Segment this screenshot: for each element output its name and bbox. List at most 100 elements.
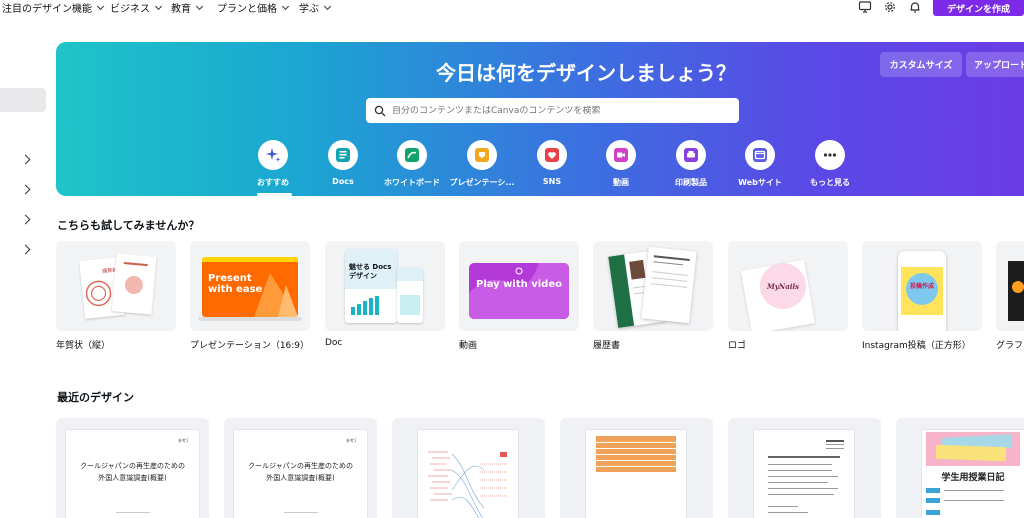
category-video[interactable]: 動画 bbox=[586, 140, 656, 188]
bell-icon[interactable] bbox=[908, 0, 922, 14]
category-more[interactable]: もっと見る bbox=[795, 140, 865, 188]
nav-education[interactable]: 教育 bbox=[171, 0, 204, 15]
recent-thumbnail: 参考1 クールジャパンの再生産のための 外国人意識調査(概要) bbox=[234, 430, 367, 518]
chevron-right-icon[interactable] bbox=[20, 244, 31, 255]
recent-design-card[interactable]: 参考1 クールジャパンの再生産のための 外国人意識調査(概要) bbox=[56, 418, 209, 518]
sidebar-selected-item[interactable] bbox=[0, 88, 46, 112]
recent-doc-title: クールジャパンの再生産のための bbox=[80, 462, 185, 470]
card-label: 年賀状（縦） bbox=[56, 341, 111, 351]
nav-business-label: ビジネス bbox=[110, 4, 150, 15]
recent-design-card[interactable] bbox=[392, 418, 545, 518]
search-input[interactable] bbox=[392, 105, 722, 116]
category-label: ホワイトボード bbox=[384, 178, 440, 187]
category-label: もっと見る bbox=[810, 178, 850, 187]
thumb-text: MyNails bbox=[766, 281, 799, 291]
card-label: プレゼンテーション（16:9） bbox=[190, 341, 310, 351]
design-type-card[interactable]: 謹賀新年 bbox=[56, 241, 176, 331]
recent-design-card[interactable]: 学生用授業日記 bbox=[896, 418, 1024, 518]
category-whiteboard[interactable]: ホワイトボード bbox=[377, 140, 447, 188]
card-thumbnail: Play with video bbox=[469, 263, 569, 319]
card-thumbnail bbox=[397, 267, 423, 323]
card-thumbnail: MyNails bbox=[760, 263, 806, 309]
chevron-down-icon bbox=[281, 2, 290, 10]
design-type-card[interactable]: Present with ease bbox=[190, 241, 310, 331]
gear-icon[interactable] bbox=[883, 0, 897, 14]
design-type-card[interactable] bbox=[996, 241, 1024, 331]
design-type-card[interactable]: Play with video bbox=[459, 241, 579, 331]
recent-thumbnail bbox=[754, 430, 854, 518]
nav-features-label: 注目のデザイン機能 bbox=[2, 4, 92, 15]
card-thumbnail bbox=[641, 246, 697, 324]
thumb-text: 魅せる Docs デザイン bbox=[349, 263, 392, 280]
nav-pricing[interactable]: プランと価格 bbox=[217, 0, 290, 15]
category-website[interactable]: Webサイト bbox=[725, 140, 795, 188]
website-icon bbox=[745, 140, 775, 170]
recent-doc-subtitle: 外国人意識調査(概要) bbox=[98, 474, 167, 482]
create-design-button[interactable]: デザインを作成 bbox=[933, 0, 1024, 16]
chevron-down-icon bbox=[195, 2, 204, 10]
presentation-icon bbox=[467, 140, 497, 170]
category-recommended[interactable]: おすすめ bbox=[238, 140, 308, 188]
sparkle-icon bbox=[258, 140, 288, 170]
recent-design-card[interactable]: 参考1 クールジャパンの再生産のための 外国人意識調査(概要) bbox=[224, 418, 377, 518]
chevron-right-icon[interactable] bbox=[20, 154, 31, 165]
recent-design-card[interactable] bbox=[728, 418, 881, 518]
hero-title: 今日は何をデザインしましょう？ bbox=[436, 61, 736, 85]
design-type-card[interactable]: 魅せる Docs デザイン bbox=[325, 241, 445, 331]
card-thumbnail: Present with ease bbox=[202, 257, 298, 317]
selected-category-indicator bbox=[257, 193, 292, 196]
recent-thumbnail bbox=[586, 430, 686, 518]
design-type-card[interactable]: 投稿作成 bbox=[862, 241, 982, 331]
category-print[interactable]: 印刷製品 bbox=[656, 140, 726, 188]
search-bar[interactable] bbox=[366, 98, 739, 123]
category-label: SNS bbox=[542, 177, 562, 186]
chevron-down-icon bbox=[96, 2, 105, 10]
card-label: Doc bbox=[325, 338, 343, 348]
more-icon bbox=[815, 140, 845, 170]
search-icon bbox=[374, 105, 386, 116]
thumb-text: Present with ease bbox=[208, 273, 263, 295]
card-thumbnail bbox=[1008, 261, 1024, 321]
recent-design-card[interactable] bbox=[560, 418, 713, 518]
nav-education-label: 教育 bbox=[171, 4, 191, 15]
chevron-down-icon bbox=[154, 2, 163, 10]
recent-doc-title: クールジャパンの再生産のための bbox=[248, 462, 353, 470]
card-thumbnail: 魅せる Docs デザイン bbox=[345, 249, 397, 323]
print-icon bbox=[676, 140, 706, 170]
upload-button[interactable]: アップロード bbox=[966, 52, 1024, 77]
try-section-title: こちらも試してみませんか？ bbox=[57, 219, 200, 232]
nav-business[interactable]: ビジネス bbox=[110, 0, 163, 15]
chevron-down-icon bbox=[323, 2, 332, 10]
category-label: おすすめ bbox=[257, 178, 289, 187]
category-label: プレゼンテーシ... bbox=[449, 178, 515, 187]
design-type-card[interactable]: MyNails bbox=[728, 241, 848, 331]
recent-doc-title: 学生用授業日記 bbox=[941, 473, 1005, 483]
card-label: 動画 bbox=[459, 341, 478, 351]
top-navigation: 注目のデザイン機能 ビジネス 教育 プランと価格 学ぶ デザインを作成 bbox=[0, 0, 1024, 22]
nav-learn-label: 学ぶ bbox=[299, 4, 319, 15]
nav-pricing-label: プランと価格 bbox=[217, 4, 277, 15]
thumb-text: 投稿作成 bbox=[909, 283, 934, 290]
chevron-right-icon[interactable] bbox=[20, 184, 31, 195]
category-docs[interactable]: Docs bbox=[308, 140, 378, 186]
desktop-icon[interactable] bbox=[858, 0, 872, 14]
chevron-right-icon[interactable] bbox=[20, 214, 31, 225]
card-thumbnail: 投稿作成 bbox=[898, 251, 946, 331]
category-label: 印刷製品 bbox=[675, 178, 707, 187]
video-icon bbox=[606, 140, 636, 170]
category-label: Webサイト bbox=[738, 178, 782, 187]
custom-size-button[interactable]: カスタムサイズ bbox=[880, 52, 962, 77]
card-label: Instagram投稿（正方形） bbox=[862, 341, 971, 351]
category-label: 動画 bbox=[613, 178, 629, 187]
thumb-text: Play with video bbox=[475, 279, 562, 290]
card-label: 履歴書 bbox=[593, 341, 621, 351]
nav-features[interactable]: 注目のデザイン機能 bbox=[2, 0, 105, 15]
nav-learn[interactable]: 学ぶ bbox=[299, 0, 332, 15]
heart-icon bbox=[537, 140, 567, 170]
category-sns[interactable]: SNS bbox=[517, 140, 587, 186]
category-presentation[interactable]: プレゼンテーシ... bbox=[447, 140, 517, 188]
recent-doc-subtitle: 外国人意識調査(概要) bbox=[266, 474, 335, 482]
design-type-card[interactable] bbox=[593, 241, 713, 331]
recent-thumbnail: 参考1 クールジャパンの再生産のための 外国人意識調査(概要) bbox=[66, 430, 199, 518]
hero-banner: 今日は何をデザインしましょう？ カスタムサイズ アップロード おすすめ Docs… bbox=[56, 42, 1024, 196]
